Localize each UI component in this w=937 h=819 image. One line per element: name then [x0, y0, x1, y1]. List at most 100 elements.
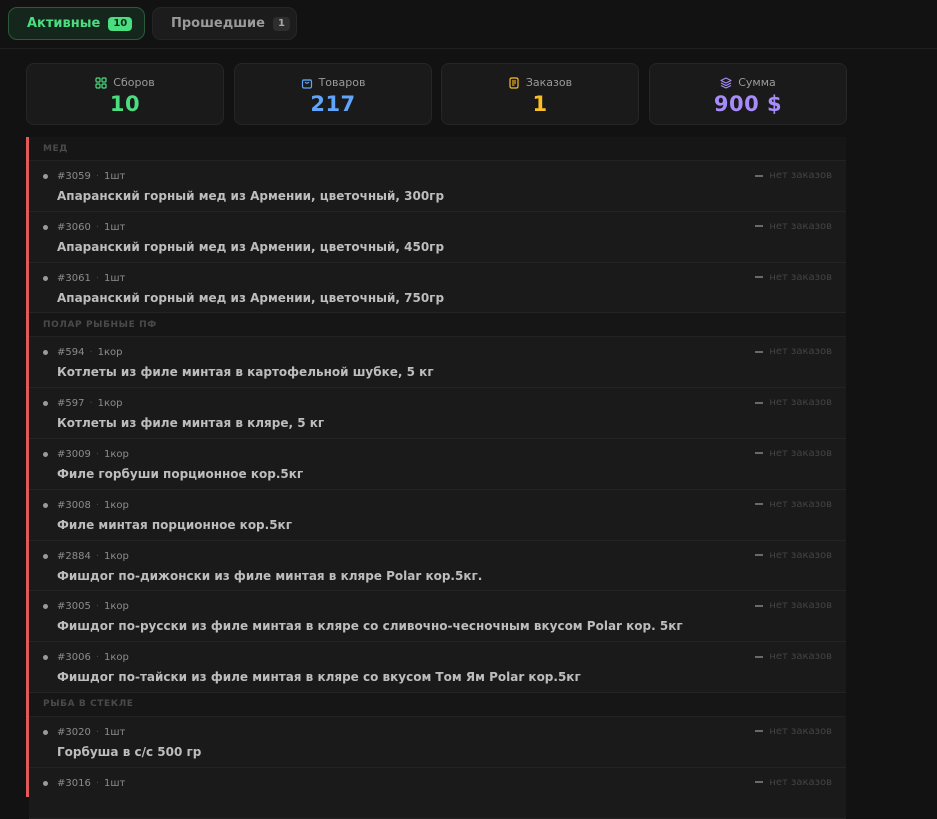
- item-meta: #3006 · 1кор: [57, 652, 129, 663]
- bullet-icon: [43, 502, 48, 508]
- stat-label: Сумма: [738, 76, 776, 89]
- dash-icon: [755, 604, 764, 607]
- dash-icon: [755, 276, 764, 279]
- list-item[interactable]: #2884 · 1кор Фишдог по-дижонски из филе мин…: [29, 540, 846, 592]
- tab-label: Активные: [27, 16, 101, 31]
- stat-card-products: Товаров 217: [234, 63, 432, 125]
- group-header: ПОЛАР РЫБНЫЕ ПФ: [29, 313, 846, 338]
- bullet-icon: [43, 729, 48, 735]
- item-meta: #3009 · 1кор: [57, 449, 129, 460]
- item-meta: #2884 · 1кор: [57, 551, 129, 562]
- item-id: #3009: [57, 448, 91, 460]
- orders-status: нет заказов: [769, 447, 832, 459]
- item-qty: 1кор: [97, 398, 123, 410]
- separator: ·: [89, 398, 93, 410]
- dash-icon: [755, 503, 764, 506]
- item-name: Апаранский горный мед из Армении, цветоч…: [57, 290, 445, 305]
- list-item[interactable]: #3061 · 1шт Апаранский горный мед из Армени…: [29, 262, 846, 314]
- item-id: #3016: [57, 777, 91, 789]
- orders-status: нет заказов: [769, 346, 832, 358]
- item-meta: #3020 · 1шт: [57, 727, 125, 738]
- list-item[interactable]: #3016 · 1шт нет заказов: [29, 767, 846, 819]
- item-meta: #3016 · 1шт: [57, 778, 125, 789]
- separator: ·: [95, 171, 100, 182]
- stat-card-total: Сумма 900 $: [649, 63, 847, 125]
- item-qty: 1шт: [104, 726, 126, 738]
- item-meta: #597 · 1кор: [57, 398, 123, 409]
- dash-icon: [755, 730, 764, 733]
- separator: ·: [95, 550, 100, 562]
- item-id: #3059: [57, 171, 91, 182]
- dash-icon: [755, 174, 764, 177]
- item-orders: нет заказов: [755, 777, 832, 788]
- item-qty: 1кор: [104, 652, 129, 664]
- item-qty: 1шт: [104, 171, 126, 182]
- item-name: Котлеты из филе минтая в картофельной шу…: [57, 365, 434, 380]
- orders-status: нет заказов: [769, 170, 832, 181]
- dash-icon: [755, 781, 764, 784]
- group-header: РЫБА В СТЕКЛЕ: [29, 692, 846, 717]
- item-meta: #3061 · 1шт: [57, 273, 125, 284]
- separator: ·: [95, 726, 100, 738]
- dash-icon: [755, 350, 764, 353]
- stats-row: Сборов 10 Товаров 217 Заказов 1 Сумма 90…: [26, 63, 847, 125]
- item-id: #3060: [57, 221, 91, 233]
- list-item[interactable]: #3008 · 1кор Филе минтая порционное кор.5кг…: [29, 489, 846, 541]
- item-orders: нет заказов: [755, 651, 832, 662]
- item-qty: 1шт: [104, 777, 126, 789]
- list-item[interactable]: #597 · 1кор Котлеты из филе минтая в кляре,…: [29, 388, 846, 439]
- dash-icon: [755, 401, 764, 404]
- orders-status: нет заказов: [769, 271, 832, 283]
- stat-value: 900 $: [713, 92, 783, 116]
- orders-status: нет заказов: [769, 651, 832, 663]
- bag-icon: [301, 77, 313, 89]
- bullet-icon: [43, 780, 48, 786]
- stat-label: Товаров: [318, 76, 366, 89]
- item-id: #3008: [57, 499, 91, 511]
- stat-card-collections: Сборов 10: [26, 63, 224, 125]
- product-list: МЕД #3059 · 1шт Апаранский горный мед из Арм…: [26, 137, 846, 819]
- separator: ·: [95, 272, 100, 284]
- stat-value: 217: [310, 92, 356, 116]
- tabs-bar: Активные 10 Прошедшие 1: [0, 0, 937, 49]
- separator: ·: [95, 601, 100, 613]
- list-item[interactable]: #3020 · 1шт Горбуша в с/с 500 гр нет заказов: [29, 716, 846, 768]
- separator: ·: [95, 448, 100, 460]
- bullet-icon: [43, 350, 48, 356]
- list-item[interactable]: #594 · 1кор Котлеты из филе минтая в картоф…: [29, 337, 846, 389]
- list-item[interactable]: #3009 · 1кор Филе горбуши порционное кор.5к…: [29, 438, 846, 490]
- item-qty: 1кор: [97, 347, 123, 359]
- stat-value: 10: [109, 92, 141, 116]
- item-name: Фишдог по-тайски из филе минтая в кляре …: [57, 670, 581, 685]
- item-meta: #3060 · 1шт: [57, 222, 125, 233]
- bullet-icon: [43, 655, 48, 661]
- list-item[interactable]: #3060 · 1шт Апаранский горный мед из Армени…: [29, 211, 846, 263]
- list-item[interactable]: #3006 · 1кор Фишдог по-тайски из филе минта…: [29, 642, 846, 693]
- item-orders: нет заказов: [755, 346, 832, 357]
- list-item[interactable]: #3059 · 1шт Апаранский горный мед из Армени…: [29, 161, 846, 212]
- bullet-icon: [43, 275, 48, 281]
- item-id: #2884: [57, 550, 91, 562]
- item-name: Горбуша в с/с 500 гр: [57, 744, 202, 759]
- grid-icon: [95, 76, 107, 89]
- orders-status: нет заказов: [769, 397, 832, 409]
- item-id: #594: [57, 347, 85, 359]
- item-meta: #594 · 1кор: [57, 347, 123, 358]
- item-name: Апаранский горный мед из Армении, цветоч…: [57, 239, 445, 254]
- item-id: #597: [57, 398, 85, 410]
- list-item[interactable]: #3005 · 1кор Фишдог по-русски из филе минта…: [29, 591, 846, 643]
- item-name: Апаранский горный мед из Армении, цветоч…: [57, 189, 445, 203]
- document-icon: [508, 76, 520, 89]
- item-meta: #3005 · 1кор: [57, 601, 129, 612]
- orders-status: нет заказов: [769, 498, 832, 510]
- item-qty: 1кор: [104, 601, 129, 613]
- item-name: Филе минтая порционное кор.5кг: [57, 517, 292, 532]
- dash-icon: [755, 655, 764, 658]
- tab-past[interactable]: Прошедшие 1: [152, 7, 297, 40]
- tab-active[interactable]: Активные 10: [8, 7, 145, 40]
- item-orders: нет заказов: [755, 550, 832, 561]
- separator: ·: [95, 221, 100, 233]
- separator: ·: [89, 347, 93, 359]
- item-orders: нет заказов: [755, 499, 832, 510]
- dash-icon: [755, 225, 764, 228]
